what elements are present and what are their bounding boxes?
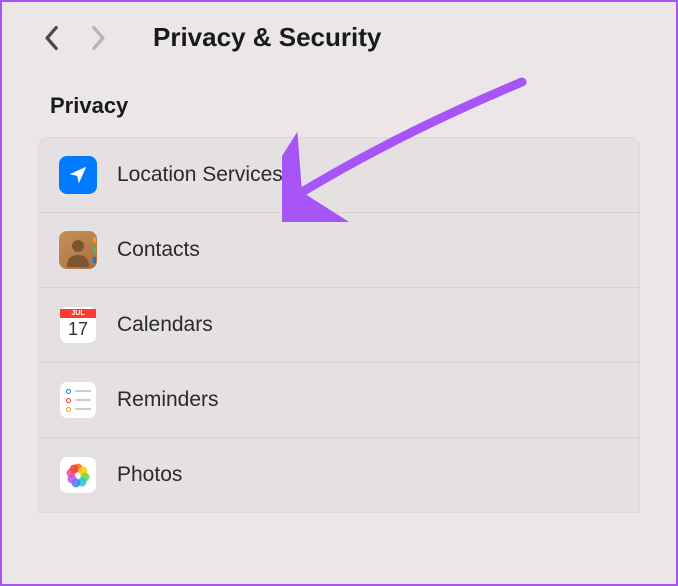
section-title-privacy: Privacy (2, 73, 676, 137)
photos-icon (59, 456, 97, 494)
list-item-label: Location Services (117, 163, 283, 187)
calendar-icon: JUL 17 (59, 306, 97, 344)
list-item-photos[interactable]: Photos (39, 438, 639, 512)
list-item-label: Calendars (117, 313, 213, 337)
back-button[interactable] (42, 25, 60, 51)
list-item-calendars[interactable]: JUL 17 Calendars (39, 288, 639, 363)
privacy-list: Location Services Contacts JUL 17 Calend… (38, 137, 640, 513)
list-item-label: Photos (117, 463, 182, 487)
contacts-icon (59, 231, 97, 269)
nav-arrows (42, 25, 108, 51)
list-item-label: Reminders (117, 388, 219, 412)
list-item-label: Contacts (117, 238, 200, 262)
list-item-contacts[interactable]: Contacts (39, 213, 639, 288)
calendar-day: 17 (68, 318, 88, 341)
forward-button[interactable] (90, 25, 108, 51)
list-item-location-services[interactable]: Location Services (39, 138, 639, 213)
page-title: Privacy & Security (153, 22, 381, 53)
header: Privacy & Security (2, 2, 676, 73)
location-icon (59, 156, 97, 194)
reminders-icon (59, 381, 97, 419)
list-item-reminders[interactable]: Reminders (39, 363, 639, 438)
calendar-month: JUL (60, 309, 96, 318)
